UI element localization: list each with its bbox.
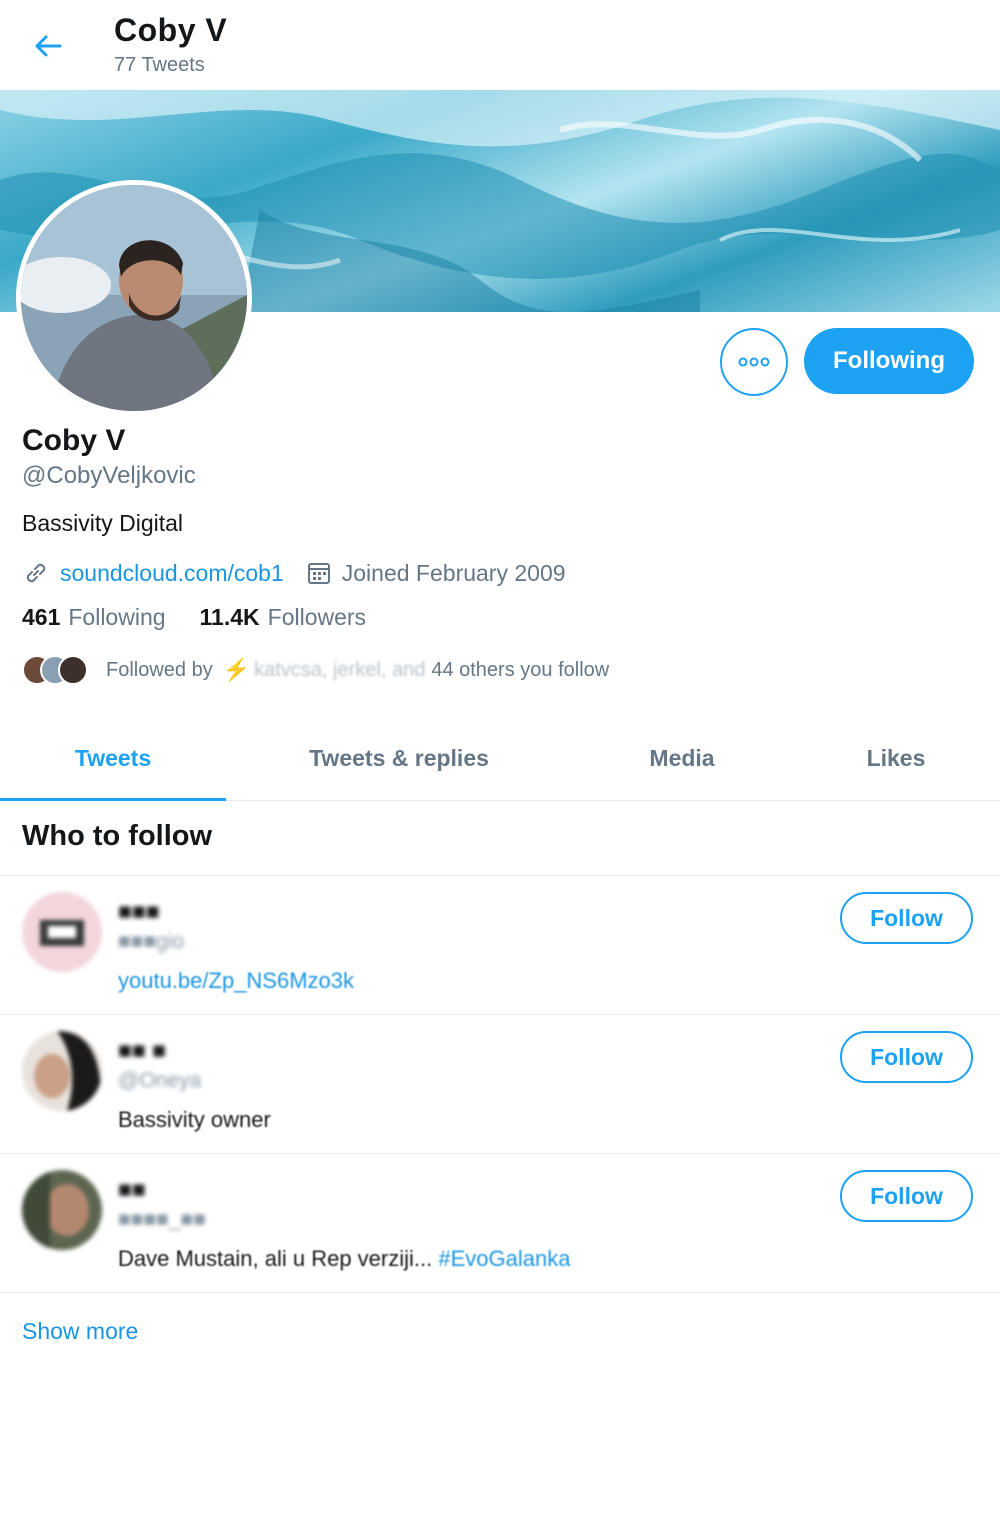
profile-tabs: Tweets Tweets & replies Media Likes: [0, 715, 1000, 801]
following-count: 461: [22, 604, 61, 630]
followed-by-avatars: [22, 653, 92, 687]
suggestion-name[interactable]: ■■■: [118, 898, 160, 925]
profile-name: Coby V: [22, 424, 126, 457]
lightning-icon: ⚡: [222, 657, 251, 682]
suggestion-handle: @Oneya: [118, 1069, 202, 1092]
followed-by-suffix: 44 others you follow: [431, 658, 610, 681]
followers-stat[interactable]: 11.4K Followers: [200, 604, 367, 631]
joined-date: Joined February 2009: [341, 559, 566, 586]
suggestion-item[interactable]: ■■■ ■■■gio youtu.be/Zp_NS6Mzo3k Follow: [0, 876, 1000, 1014]
suggestion-avatar[interactable]: [22, 892, 102, 972]
followers-count: 11.4K: [199, 604, 260, 630]
more-dots-icon: [738, 357, 770, 367]
following-button[interactable]: Following: [804, 328, 974, 394]
following-stat[interactable]: 461 Following: [22, 604, 166, 631]
link-icon: [26, 563, 46, 583]
profile-avatar[interactable]: [16, 180, 252, 416]
suggestion-item[interactable]: ■■ ■■■■_■■ Dave Mustain, ali u Rep verzi…: [0, 1154, 1000, 1292]
followers-label: Followers: [267, 604, 367, 630]
profile-header: Coby V 77 Tweets: [0, 0, 1000, 90]
follow-button[interactable]: Follow: [840, 1031, 973, 1083]
follow-button[interactable]: Follow: [840, 1170, 973, 1222]
suggestion-avatar[interactable]: [22, 1031, 102, 1111]
follow-button[interactable]: Follow: [840, 892, 973, 944]
followed-by-prefix: Followed by: [106, 658, 213, 681]
profile-website-link[interactable]: soundcloud.com/cob1: [60, 560, 284, 587]
followed-by-names: katvcsa, jerkel, and: [254, 658, 426, 681]
suggestion-avatar[interactable]: [22, 1170, 102, 1250]
suggestion-hashtag[interactable]: #EvoGalanka: [438, 1246, 570, 1271]
suggestion-name[interactable]: ■■ ■: [118, 1037, 166, 1064]
who-to-follow-heading: Who to follow: [22, 820, 213, 852]
suggestion-bio: Bassivity owner: [118, 1107, 271, 1132]
back-button[interactable]: [28, 26, 68, 66]
followed-by-row[interactable]: Followed by ⚡ katvcsa, jerkel, and 44 ot…: [22, 652, 609, 688]
divider: [0, 1292, 1000, 1293]
show-more-link[interactable]: Show more: [22, 1318, 138, 1345]
suggestion-name[interactable]: ■■: [118, 1176, 146, 1203]
suggestion-bio-text: Dave Mustain, ali u Rep verziji...: [118, 1246, 433, 1271]
profile-meta: soundcloud.com/cob1 Joined February 2009: [22, 556, 566, 590]
tweet-count: 77 Tweets: [114, 54, 205, 76]
tab-media[interactable]: Media: [572, 715, 792, 801]
tab-likes[interactable]: Likes: [792, 715, 1000, 801]
suggestion-item[interactable]: ■■ ■ @Oneya Bassivity owner Follow: [0, 1015, 1000, 1153]
profile-bio: Bassivity Digital: [22, 510, 184, 536]
tab-tweets-replies[interactable]: Tweets & replies: [226, 715, 572, 801]
suggestion-bio[interactable]: youtu.be/Zp_NS6Mzo3k: [118, 968, 354, 994]
suggestion-handle: ■■■■_■■: [118, 1208, 206, 1231]
more-options-button[interactable]: [720, 328, 788, 396]
suggestion-handle: ■■■gio: [118, 930, 185, 953]
profile-handle: @CobyVeljkovic: [22, 462, 196, 489]
arrow-left-icon: [35, 35, 62, 57]
tab-tweets[interactable]: Tweets: [0, 715, 226, 801]
header-title: Coby V: [114, 12, 228, 48]
profile-stats: 461 Following 11.4K Followers: [22, 604, 366, 631]
suggestion-bio: Dave Mustain, ali u Rep verziji... #EvoG…: [118, 1246, 570, 1272]
calendar-icon: [307, 563, 330, 584]
following-label: Following: [68, 604, 166, 630]
